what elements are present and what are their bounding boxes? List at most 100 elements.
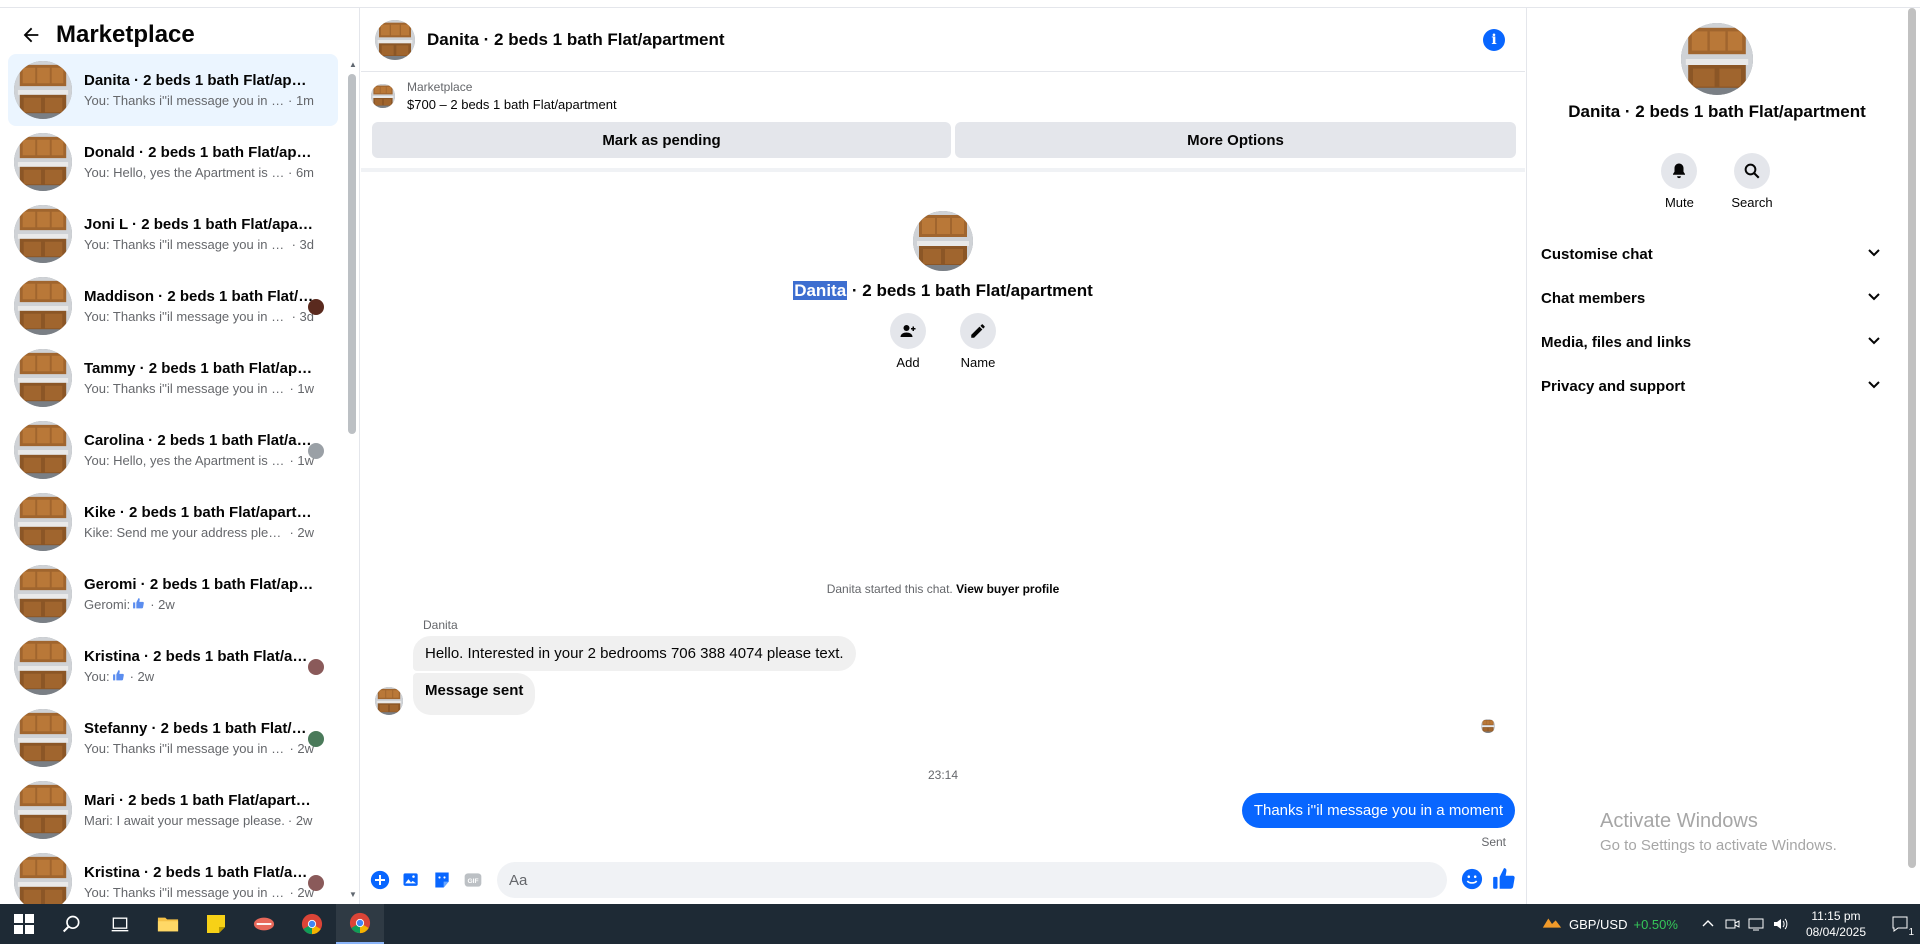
info-icon[interactable]: i	[1483, 29, 1505, 51]
panel-section[interactable]: Customise chat	[1541, 232, 1893, 276]
conversation-snippet: You: Hello, yes the Apartment is still a…	[84, 165, 285, 180]
panel-section[interactable]: Privacy and support	[1541, 364, 1893, 408]
conversation-item[interactable]: Donald · 2 beds 1 bath Flat/apartment You…	[8, 126, 338, 198]
thumbs-up-icon	[112, 669, 125, 682]
message-input[interactable]: Aa	[497, 862, 1447, 898]
fx-widget[interactable]: GBP/USD +0.50%	[1541, 914, 1678, 934]
conversation-item[interactable]: Maddison · 2 beds 1 bath Flat/apartment Y…	[8, 270, 338, 342]
plus-icon[interactable]	[368, 868, 392, 892]
intro-name: Danita · 2 beds 1 bath Flat/apartment	[793, 281, 1093, 301]
conversation-name: Maddison · 2 beds 1 bath Flat/apartment	[84, 288, 314, 305]
conversation-item[interactable]: Kike · 2 beds 1 bath Flat/apartment Kike:…	[8, 486, 338, 558]
chat-title[interactable]: Danita · 2 beds 1 bath Flat/apartment	[427, 30, 725, 50]
meet-icon[interactable]	[1720, 904, 1744, 944]
conversation-item[interactable]: Kristina · 2 beds 1 bath Flat/apartment Y…	[8, 630, 338, 702]
clock[interactable]: 11:15 pm 08/04/2025	[1806, 908, 1866, 940]
system-text: Danita started this chat.	[826, 582, 953, 596]
conversation-snippet: You: Hello, yes the Apartment is still a…	[84, 453, 286, 468]
windows-start-icon[interactable]	[0, 904, 48, 944]
bell-icon	[1661, 153, 1698, 189]
thumbs-up-icon[interactable]	[1491, 866, 1517, 897]
volume-icon[interactable]	[1768, 904, 1792, 944]
clock-date: 08/04/2025	[1805, 925, 1866, 939]
incoming-message[interactable]: Hello. Interested in your 2 bedrooms 706…	[413, 636, 856, 671]
panel-section[interactable]: Media, files and links	[1541, 320, 1893, 364]
task-view-icon[interactable]	[96, 904, 144, 944]
conversation-snippet: Kike: Send me your address please	[84, 525, 287, 540]
sender-avatar[interactable]	[375, 687, 403, 715]
name-button[interactable]: Name	[960, 313, 996, 370]
search-label: Search	[1731, 195, 1773, 210]
sent-status: Sent	[1481, 835, 1506, 849]
gif-icon[interactable]: GIF	[461, 868, 485, 892]
incoming-message[interactable]: Message sent	[413, 673, 536, 715]
chrome-icon[interactable]	[288, 904, 336, 944]
chat-info-panel: Danita · 2 beds 1 bath Flat/apartment Mu…	[1526, 8, 1906, 904]
conversation-list: Danita · 2 beds 1 bath Flat/apartment You…	[8, 54, 338, 904]
add-button[interactable]: Add	[890, 313, 926, 370]
notifications-icon[interactable]: 1	[1880, 904, 1920, 944]
view-buyer-profile-link[interactable]: View buyer profile	[956, 582, 1059, 596]
conversation-item[interactable]: Stefanny · 2 beds 1 bath Flat/apartment Y…	[8, 702, 338, 774]
listing-actions: Mark as pending More Options	[372, 122, 1516, 158]
mark-as-pending-button[interactable]: Mark as pending	[372, 122, 951, 158]
conversation-avatar	[14, 565, 72, 623]
panel-section-label: Privacy and support	[1541, 377, 1686, 395]
network-icon[interactable]	[1744, 904, 1768, 944]
conversation-item[interactable]: Danita · 2 beds 1 bath Flat/apartment You…	[8, 54, 338, 126]
mute-button[interactable]: Mute	[1661, 153, 1698, 210]
page-scrollbar[interactable]	[1908, 8, 1916, 868]
conversation-item[interactable]: Kristina · 2 beds 1 bath Flat/apartment Y…	[8, 846, 338, 904]
conversation-item[interactable]: Joni L · 2 beds 1 bath Flat/apartment You…	[8, 198, 338, 270]
conversation-sidebar: Marketplace Danita · 2 beds 1 bath Flat/…	[0, 8, 360, 904]
chat-header-avatar[interactable]	[375, 19, 415, 60]
search-icon[interactable]	[48, 904, 96, 944]
intro-name-highlight: Danita	[793, 281, 848, 300]
marketplace-listing-bar[interactable]: Marketplace $700 – 2 beds 1 bath Flat/ap…	[371, 80, 617, 112]
outgoing-message[interactable]: Thanks i''il message you in a moment	[1241, 793, 1515, 828]
message-composer: GIF Aa	[361, 860, 1525, 900]
panel-section-label: Customise chat	[1541, 245, 1653, 263]
conversation-time: · 1m	[288, 93, 314, 108]
panel-section[interactable]: Chat members	[1541, 276, 1893, 320]
panel-avatar[interactable]	[1681, 23, 1753, 95]
conversation-snippet: You: Thanks i''il message you in a momen…	[84, 885, 286, 900]
sidebar-scrollbar[interactable]	[348, 74, 356, 434]
file-explorer-icon[interactable]	[144, 904, 192, 944]
scroll-up-arrow-icon[interactable]: ▲	[349, 60, 357, 69]
sticker-icon[interactable]	[430, 868, 454, 892]
conversation-name: Donald · 2 beds 1 bath Flat/apartment	[84, 144, 314, 161]
conversation-time: · 2w	[287, 813, 313, 828]
conversation-item[interactable]: Tammy · 2 beds 1 bath Flat/apartment You:…	[8, 342, 338, 414]
intro-avatar[interactable]	[913, 211, 973, 271]
seen-avatar	[308, 443, 324, 459]
conversation-item[interactable]: Geromi · 2 beds 1 bath Flat/apartment Ger…	[8, 558, 338, 630]
conversation-item[interactable]: Carolina · 2 beds 1 bath Flat/apartment Y…	[8, 414, 338, 486]
conversation-item[interactable]: Mari · 2 beds 1 bath Flat/apartment Mari:…	[8, 774, 338, 846]
scroll-down-arrow-icon[interactable]: ▼	[349, 890, 357, 899]
conversation-avatar	[14, 853, 72, 904]
conversation-snippet: You: Thanks i''il message you in a momen…	[84, 741, 286, 756]
conversation-avatar	[14, 349, 72, 407]
back-arrow-icon[interactable]	[18, 22, 44, 48]
chevron-up-icon[interactable]	[1696, 904, 1720, 944]
conversation-avatar	[14, 133, 72, 191]
windows-activation-watermark: Activate Windows Go to Settings to activ…	[1600, 810, 1837, 854]
more-options-button[interactable]: More Options	[955, 122, 1516, 158]
photo-icon[interactable]	[399, 868, 423, 892]
emoji-icon[interactable]	[1461, 868, 1483, 895]
app-icon[interactable]	[240, 904, 288, 944]
name-label: Name	[960, 355, 996, 370]
conversation-avatar	[14, 637, 72, 695]
conversation-name: Joni L · 2 beds 1 bath Flat/apartment	[84, 216, 314, 233]
sidebar-title: Marketplace	[56, 21, 195, 48]
search-button[interactable]: Search	[1731, 153, 1773, 210]
seen-avatar	[1481, 719, 1495, 733]
conversation-snippet: You: Thanks i''il message you in a momen…	[84, 237, 289, 252]
conversation-name: Tammy · 2 beds 1 bath Flat/apartment	[84, 360, 314, 377]
sticky-notes-icon[interactable]	[192, 904, 240, 944]
chrome-active-icon[interactable]	[336, 904, 384, 944]
notification-count: 1	[1908, 927, 1914, 938]
conversation-name: Stefanny · 2 beds 1 bath Flat/apartment	[84, 720, 314, 737]
conversation-snippet: You:	[84, 669, 110, 684]
